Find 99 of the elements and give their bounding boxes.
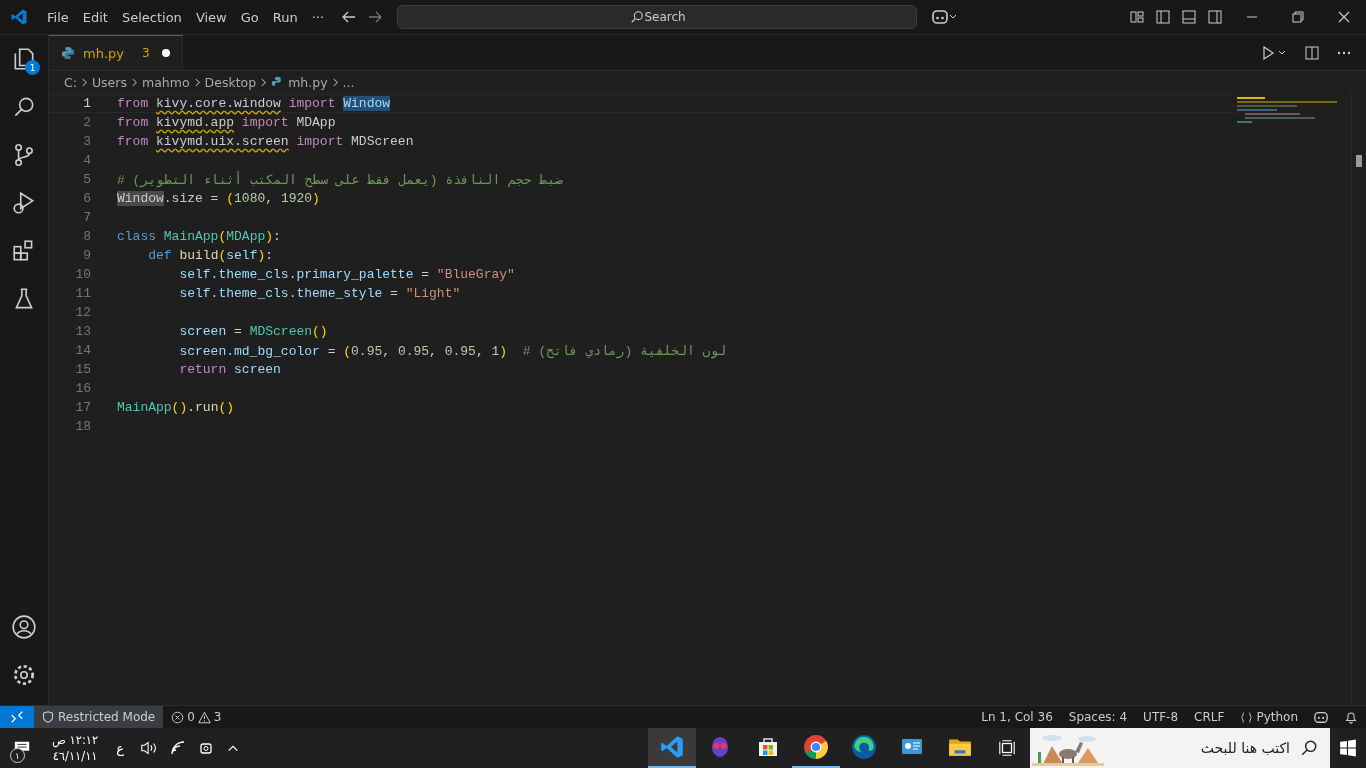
camera-icon[interactable]	[197, 740, 214, 756]
secondary-sidebar-icon[interactable]	[1207, 9, 1223, 25]
breadcrumb[interactable]: C:	[64, 74, 77, 90]
line-number: 5	[82, 172, 91, 187]
restricted-mode-button[interactable]: Restricted Mode	[34, 706, 164, 728]
status-item[interactable]: Ln 1, Col 36	[973, 710, 1061, 724]
breadcrumb[interactable]: Users	[91, 74, 127, 90]
split-editor-icon[interactable]	[1304, 44, 1320, 61]
menu-item[interactable]: Go	[233, 9, 266, 25]
layout-icon[interactable]	[1129, 9, 1145, 25]
chrome-icon[interactable]	[803, 734, 829, 760]
panel-icon[interactable]	[1181, 9, 1197, 25]
line-number: 16	[74, 381, 91, 396]
line-number: 13	[74, 324, 91, 339]
status-item[interactable]: UTF-8	[1135, 710, 1187, 724]
language-indicator[interactable]: ع	[106, 740, 134, 756]
braces-icon	[1240, 710, 1254, 724]
vscode-logo-icon[interactable]	[659, 734, 685, 760]
bell-icon[interactable]	[1344, 710, 1358, 724]
clock-button[interactable]: ١٢:١٢ ص ٤٦/١١/١١	[44, 732, 107, 764]
line-number: 12	[74, 305, 91, 320]
task-view-icon[interactable]	[998, 739, 1016, 757]
code-line: self.theme_cls.theme_style = "Light"	[178, 286, 461, 301]
settings-icon[interactable]	[11, 662, 37, 688]
store-icon[interactable]	[756, 735, 780, 759]
code-line: from kivymd.uix.screen import MDScreen	[117, 134, 414, 149]
code-line: from kivy.core.window import Window	[117, 96, 391, 111]
code-line: def build(self):	[147, 248, 274, 263]
menu-item[interactable]: Run	[265, 9, 305, 25]
code-line: return screen	[178, 362, 281, 377]
primary-sidebar-icon[interactable]	[1155, 9, 1171, 25]
forward-arrow-icon[interactable]	[367, 9, 384, 25]
remote-icon	[10, 710, 24, 724]
code-line: class MainApp(MDApp):	[117, 229, 281, 244]
code-line: MainApp().run()	[117, 400, 235, 415]
line-number: 17	[74, 400, 91, 415]
menu-item[interactable]: File	[40, 9, 76, 25]
menu-item[interactable]: Selection	[114, 9, 189, 25]
tab-label: mh.py	[83, 45, 124, 61]
copilot-icon[interactable]	[1314, 710, 1328, 724]
line-number: 14	[74, 343, 91, 358]
menu-item[interactable]: ···	[304, 9, 332, 25]
file-tab[interactable]: mh.py 3	[49, 35, 183, 70]
code-line: Window.size = (1080, 1920)	[117, 191, 320, 206]
breadcrumb[interactable]: mh.py	[288, 74, 328, 90]
search-field[interactable]: Search	[397, 5, 918, 29]
chevron-icon	[193, 76, 201, 88]
line-number: 8	[82, 229, 91, 244]
line-number: 18	[74, 419, 91, 434]
time-text: ١٢:١٢ ص	[52, 732, 99, 748]
error-icon	[171, 710, 185, 724]
windows-logo-icon	[1339, 739, 1357, 757]
line-number: 11	[74, 286, 91, 301]
line-number: 6	[82, 191, 91, 206]
line-number: 3	[82, 134, 91, 149]
edge-icon[interactable]	[851, 734, 877, 760]
line-number: 7	[82, 210, 91, 225]
python-icon	[61, 46, 75, 60]
problems-button[interactable]: 0 3	[163, 710, 230, 724]
account-icon[interactable]	[11, 614, 37, 640]
line-number: 2	[82, 115, 91, 130]
breadcrumb[interactable]: mahmo	[141, 74, 190, 90]
chevron-icon	[260, 76, 268, 88]
search-icon	[630, 10, 645, 24]
search-icon	[1300, 739, 1318, 757]
chevron-icon	[80, 76, 88, 88]
warning-icon	[197, 710, 211, 724]
status-item[interactable]: CRLF	[1186, 710, 1233, 724]
notification-count: ١	[10, 748, 25, 763]
line-number: 15	[74, 362, 91, 377]
code-line: from kivymd.app import MDApp	[117, 115, 336, 130]
menu-item[interactable]: Edit	[75, 9, 115, 25]
code-line: self.theme_cls.primary_palette = "BlueGray"	[178, 267, 515, 282]
code-line: screen = MDScreen()	[178, 324, 328, 339]
notifications-button[interactable]: ١	[0, 728, 44, 768]
language-button[interactable]: Python	[1232, 710, 1306, 724]
line-number: 10	[74, 267, 91, 282]
status-item[interactable]: Spaces: 4	[1060, 710, 1136, 724]
run-icon[interactable]	[1262, 44, 1288, 61]
count-badge: 1	[25, 60, 40, 75]
date-text: ٤٦/١١/١١	[52, 748, 98, 764]
chevron-icon	[331, 76, 339, 88]
play-bug-icon[interactable]	[11, 190, 37, 216]
shield-icon	[42, 711, 54, 723]
line-number: 4	[82, 153, 91, 168]
breadcrumb[interactable]: ...	[342, 74, 355, 90]
code-line: # ضبط حجم النافذة (يعمل فقط على سطح المكتب أثناء التطوير)	[117, 171, 563, 188]
menu-item[interactable]: View	[188, 9, 234, 25]
breadcrumb[interactable]: Desktop	[204, 74, 257, 90]
problem-count: 3	[142, 46, 150, 60]
back-arrow-icon[interactable]	[341, 9, 358, 25]
line-number: 9	[82, 248, 91, 263]
chevron-icon	[130, 76, 138, 88]
close-icon[interactable]	[1336, 9, 1352, 25]
line-number: 1	[82, 96, 91, 111]
speaker-icon[interactable]	[139, 740, 158, 756]
remote-button[interactable]	[0, 706, 34, 728]
vscode-logo-icon	[10, 8, 28, 26]
restore-icon[interactable]	[1290, 9, 1306, 25]
